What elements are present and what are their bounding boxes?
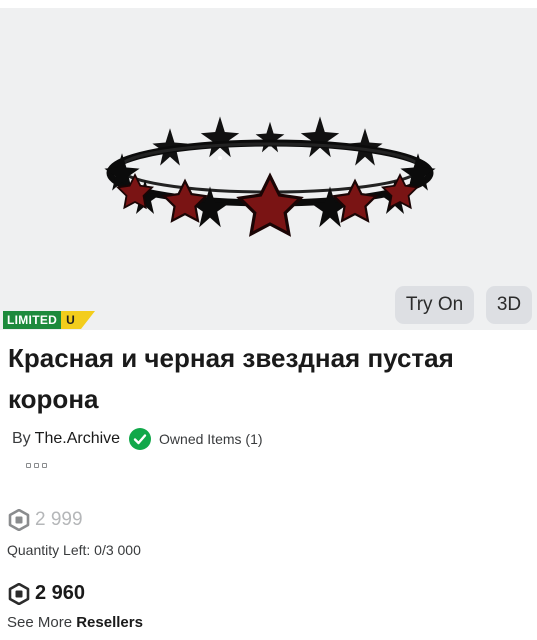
3d-view-button[interactable]: 3D	[486, 286, 532, 324]
verified-check-icon	[129, 428, 152, 450]
see-more-prefix: See More	[7, 614, 73, 631]
limited-unique-badge: LIMITED U	[3, 311, 95, 329]
unique-badge: U	[61, 311, 95, 329]
original-price-value: 2 999	[35, 509, 83, 530]
crown-image	[104, 116, 436, 236]
creator-link[interactable]: The.Archive	[35, 430, 120, 448]
try-on-button[interactable]: Try On	[395, 286, 474, 324]
limited-badge: LIMITED	[3, 311, 62, 329]
robux-icon	[8, 509, 30, 531]
item-preview	[0, 8, 537, 330]
more-options-icon[interactable]	[26, 463, 47, 468]
quantity-left: Quantity Left: 0/3 000	[7, 542, 141, 558]
creator-prefix: By	[12, 430, 31, 447]
robux-icon	[8, 582, 30, 605]
resale-price: 2 960	[8, 582, 85, 605]
see-more-resellers: See More Resellers	[7, 614, 143, 631]
resale-price-value: 2 960	[35, 582, 86, 604]
creator-row: By The.Archive Owned Items (1)	[12, 427, 263, 451]
original-price: 2 999	[8, 509, 83, 531]
item-title: Красная и черная звездная пустая корона	[8, 343, 454, 414]
resellers-link[interactable]: Resellers	[76, 614, 143, 631]
owned-items-label: Owned Items (1)	[159, 431, 263, 447]
